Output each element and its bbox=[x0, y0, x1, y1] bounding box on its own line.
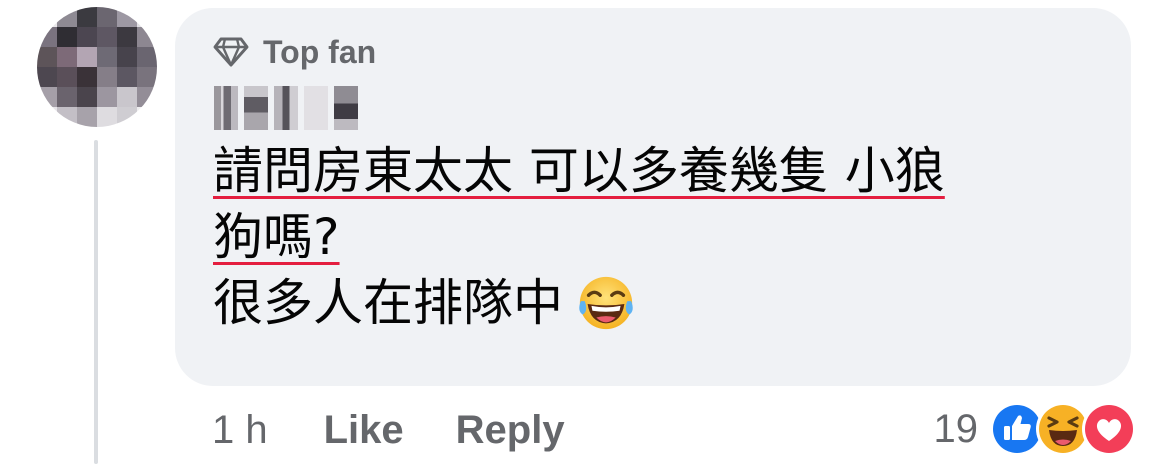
comment-text: 請問房東太太 可以多養幾隻 小狼 狗嗎? 很多人在排隊中 bbox=[213, 138, 1113, 336]
top-fan-badge: Top fan bbox=[213, 32, 376, 72]
reaction-icons bbox=[990, 402, 1136, 456]
like-button[interactable]: Like bbox=[324, 408, 404, 453]
laughing-tears-emoji bbox=[579, 276, 633, 329]
thread-line bbox=[94, 140, 98, 464]
spellcheck-underlined-text: 請問房東太太 可以多養幾隻 小狼 bbox=[213, 142, 945, 200]
love-reaction-icon bbox=[1082, 402, 1136, 456]
reactions-summary[interactable]: 19 bbox=[933, 400, 1136, 458]
diamond-icon bbox=[213, 37, 249, 67]
spellcheck-underlined-text: 狗嗎? bbox=[213, 208, 340, 266]
reply-button[interactable]: Reply bbox=[456, 408, 565, 453]
timestamp[interactable]: 1 h bbox=[212, 408, 268, 453]
comment-line-3-text: 很多人在排隊中 bbox=[213, 274, 563, 332]
comment-line-2: 狗嗎? bbox=[213, 204, 1113, 270]
badge-label: Top fan bbox=[263, 33, 377, 70]
comment-actions: 1 h Like Reply bbox=[212, 403, 565, 457]
comment-line-1: 請問房東太太 可以多養幾隻 小狼 bbox=[213, 138, 1113, 204]
reaction-count: 19 bbox=[933, 406, 979, 451]
comment-line-3: 很多人在排隊中 bbox=[213, 270, 1113, 336]
comment-item: Top fan 請問房東太太 可以多養幾隻 小狼 狗嗎? 很多人在排隊中 1 h… bbox=[0, 0, 1170, 464]
avatar[interactable] bbox=[37, 7, 157, 127]
author-name[interactable] bbox=[214, 86, 358, 130]
